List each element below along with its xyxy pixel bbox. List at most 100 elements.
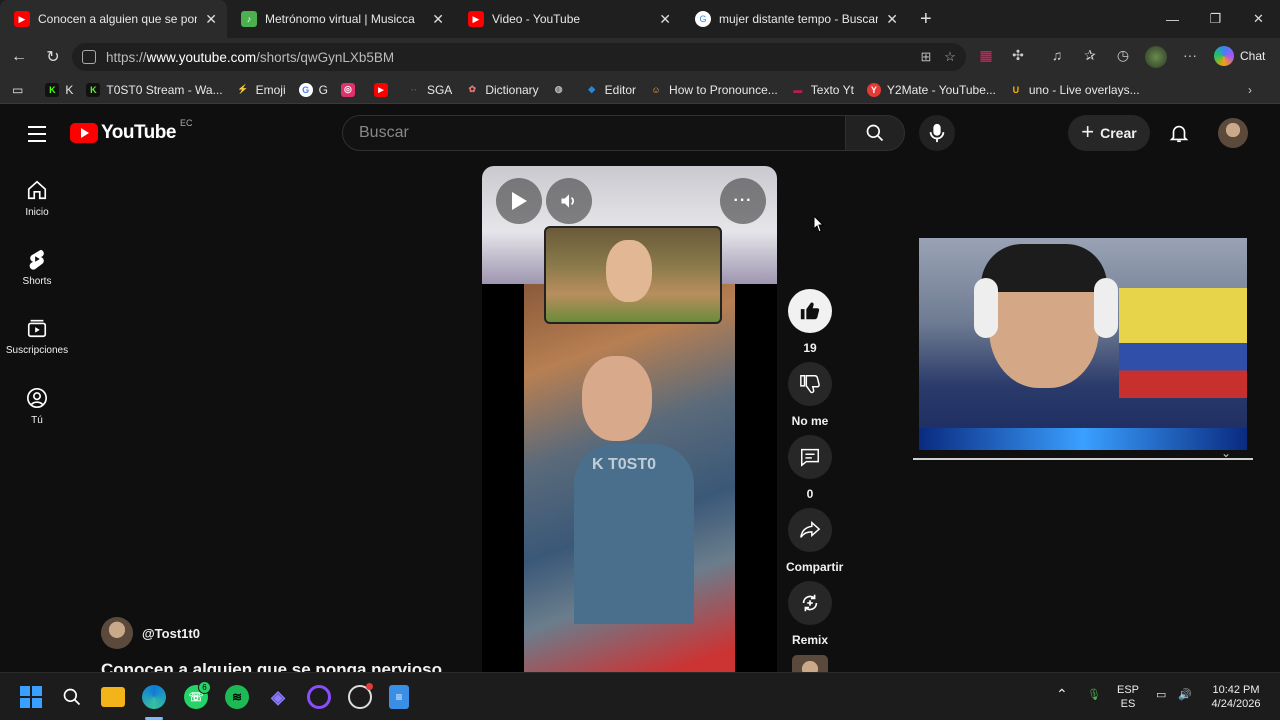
bookmark-label: Texto Yt xyxy=(810,82,854,97)
windows-start-icon[interactable] xyxy=(19,685,43,709)
bookmark-item[interactable]: ·· SGA xyxy=(407,83,452,97)
sidebar-item-suscripciones[interactable]: Suscripciones xyxy=(0,317,74,356)
network-icon[interactable]: ▭ xyxy=(1156,688,1166,702)
tab-video-youtube[interactable]: ▶ Video - YouTube ✕ xyxy=(454,0,681,38)
bookmark-item[interactable]: ◎ xyxy=(340,82,361,97)
bookmark-item[interactable]: Uuno - Live overlays... xyxy=(1009,83,1140,97)
channel-name[interactable]: @Tost1t0 xyxy=(142,626,200,641)
more-options-button[interactable]: ··· xyxy=(720,178,766,224)
close-tab-icon[interactable]: ✕ xyxy=(205,11,217,28)
logo-text: YouTube xyxy=(101,122,176,143)
site-info-icon[interactable] xyxy=(82,50,96,64)
tab-conocen[interactable]: ▶ Conocen a alguien que se ponga n ✕ xyxy=(0,0,227,38)
remix-button[interactable]: Remix xyxy=(786,581,834,647)
search-button[interactable] xyxy=(845,115,905,151)
search-icon[interactable] xyxy=(60,685,84,709)
profile-avatar[interactable] xyxy=(1145,46,1167,68)
extension-icon[interactable]: ▦ xyxy=(974,47,998,67)
editor-icon: ◆ xyxy=(588,84,596,94)
google-icon: G xyxy=(695,11,711,27)
sidebar-item-inicio[interactable]: Inicio xyxy=(0,179,74,218)
refresh-icon[interactable]: ↻ xyxy=(36,47,70,67)
shorts-video-player[interactable]: K T0ST0 ··· xyxy=(482,166,777,672)
copilot-chat-button[interactable]: Chat xyxy=(1214,46,1265,66)
channel-avatar[interactable] xyxy=(101,617,133,649)
comments-button[interactable]: 0 xyxy=(786,435,834,501)
comment-count: 0 xyxy=(806,487,814,501)
app-available-icon[interactable]: ⊞ xyxy=(918,49,934,65)
youtube-logo[interactable]: YouTube EC xyxy=(70,118,192,144)
sidebar-label: Suscripciones xyxy=(5,345,69,356)
app-diamond-icon[interactable]: ◈ xyxy=(266,685,290,709)
close-tab-icon[interactable]: ✕ xyxy=(659,11,671,28)
bookmark-item[interactable]: ☺ How to Pronounce... xyxy=(649,83,777,97)
bookmark-item[interactable]: ▬ Texto Yt xyxy=(791,83,854,97)
url-bar[interactable]: https://www.youtube.com/shorts/qwGynLXb5… xyxy=(72,43,966,71)
favorite-star-icon[interactable]: ☆ xyxy=(942,49,958,65)
bookmark-item[interactable]: ▶ xyxy=(373,82,394,97)
uno-icon: U xyxy=(1012,84,1020,95)
language-indicator[interactable]: ESP ES xyxy=(1117,683,1139,711)
youtube-logo-icon xyxy=(70,123,98,143)
bookmark-item[interactable]: ⚡ Emoji xyxy=(236,83,286,97)
bookmark-item[interactable]: KK xyxy=(45,82,73,97)
history-icon[interactable]: ◷ xyxy=(1111,47,1135,67)
chevron-right-icon[interactable]: › xyxy=(1248,83,1252,97)
tab-metronomo[interactable]: ♪ Metrónomo virtual | Musicca ✕ xyxy=(227,0,454,38)
dislike-button[interactable]: No me ... xyxy=(786,362,834,442)
text-icon: ▬ xyxy=(793,84,803,95)
extensions-puzzle-icon[interactable]: ✣ xyxy=(1006,47,1030,67)
bookmark-item[interactable]: ◆ Editor xyxy=(585,83,636,97)
account-avatar[interactable] xyxy=(1218,118,1248,148)
channel-info[interactable]: @Tost1t0 xyxy=(101,617,200,649)
bookmark-item[interactable]: GG xyxy=(298,82,328,97)
close-tab-icon[interactable]: ✕ xyxy=(886,11,898,28)
new-tab-icon[interactable]: + xyxy=(920,8,932,31)
sidebar-item-shorts[interactable]: Shorts xyxy=(0,248,74,287)
more-menu-icon[interactable]: ··· xyxy=(1178,47,1202,67)
clock[interactable]: 10:42 PM 4/24/2026 xyxy=(1207,683,1265,711)
bookmarks-bar: ▭ KK K T0ST0 Stream - Wa... ⚡ Emoji GG ◎ ▶… xyxy=(0,76,1280,104)
spotify-icon[interactable]: ≋ xyxy=(225,685,249,709)
notepad-icon[interactable]: ≡ xyxy=(389,685,409,709)
speaker-icon[interactable]: 🔊 xyxy=(1178,688,1192,702)
minimize-icon[interactable]: — xyxy=(1151,0,1194,38)
like-button[interactable]: 19 xyxy=(786,289,834,355)
play-button[interactable] xyxy=(496,178,542,224)
close-tab-icon[interactable]: ✕ xyxy=(432,11,444,28)
search-input[interactable]: Buscar xyxy=(342,115,846,151)
account-icon xyxy=(27,388,47,408)
bookmark-item[interactable]: ✿ Dictionary xyxy=(465,83,539,97)
close-window-icon[interactable]: ✕ xyxy=(1237,0,1280,38)
volume-button[interactable] xyxy=(546,178,592,224)
chevron-down-icon[interactable]: ⌄ xyxy=(1221,446,1231,460)
restore-icon[interactable]: ❐ xyxy=(1194,0,1237,38)
favorites-icon[interactable]: ✰ xyxy=(1078,47,1102,67)
headphone-right xyxy=(1094,278,1118,338)
microphone-tray-icon[interactable]: 🎙 xyxy=(1087,688,1101,702)
tab-title: Conocen a alguien que se ponga n xyxy=(38,12,197,26)
reading-mode-icon[interactable]: ▭ xyxy=(12,83,23,97)
chevron-up-icon[interactable]: ⌃ xyxy=(1056,687,1068,701)
bookmark-item[interactable]: ◍ xyxy=(552,83,572,97)
bookmark-item[interactable]: K T0ST0 Stream - Wa... xyxy=(86,82,223,97)
notifications-bell-icon[interactable] xyxy=(1168,122,1190,144)
sound-thumbnail[interactable] xyxy=(792,655,828,672)
menu-icon[interactable] xyxy=(28,126,46,147)
edge-browser-icon[interactable] xyxy=(142,685,166,709)
bookmark-label: Editor xyxy=(604,82,637,97)
file-explorer-icon[interactable] xyxy=(101,687,125,707)
create-button[interactable]: + Crear xyxy=(1068,115,1150,151)
home-icon xyxy=(27,180,47,200)
search-placeholder: Buscar xyxy=(359,124,409,141)
voice-search-button[interactable] xyxy=(919,115,955,151)
tab-title: Metrónomo virtual | Musicca xyxy=(265,12,415,26)
back-icon[interactable]: ← xyxy=(2,48,36,66)
media-control-icon[interactable]: ♫ xyxy=(1045,47,1069,67)
google-icon: G xyxy=(298,82,313,97)
app-circle-icon[interactable] xyxy=(307,685,331,709)
tab-google-search[interactable]: G mujer distante tempo - Buscar cor ✕ xyxy=(681,0,908,38)
sidebar-item-tu[interactable]: Tú xyxy=(0,387,74,426)
bookmark-item[interactable]: Y Y2Mate - YouTube... xyxy=(866,82,996,97)
share-button[interactable]: Compartir xyxy=(786,508,843,574)
